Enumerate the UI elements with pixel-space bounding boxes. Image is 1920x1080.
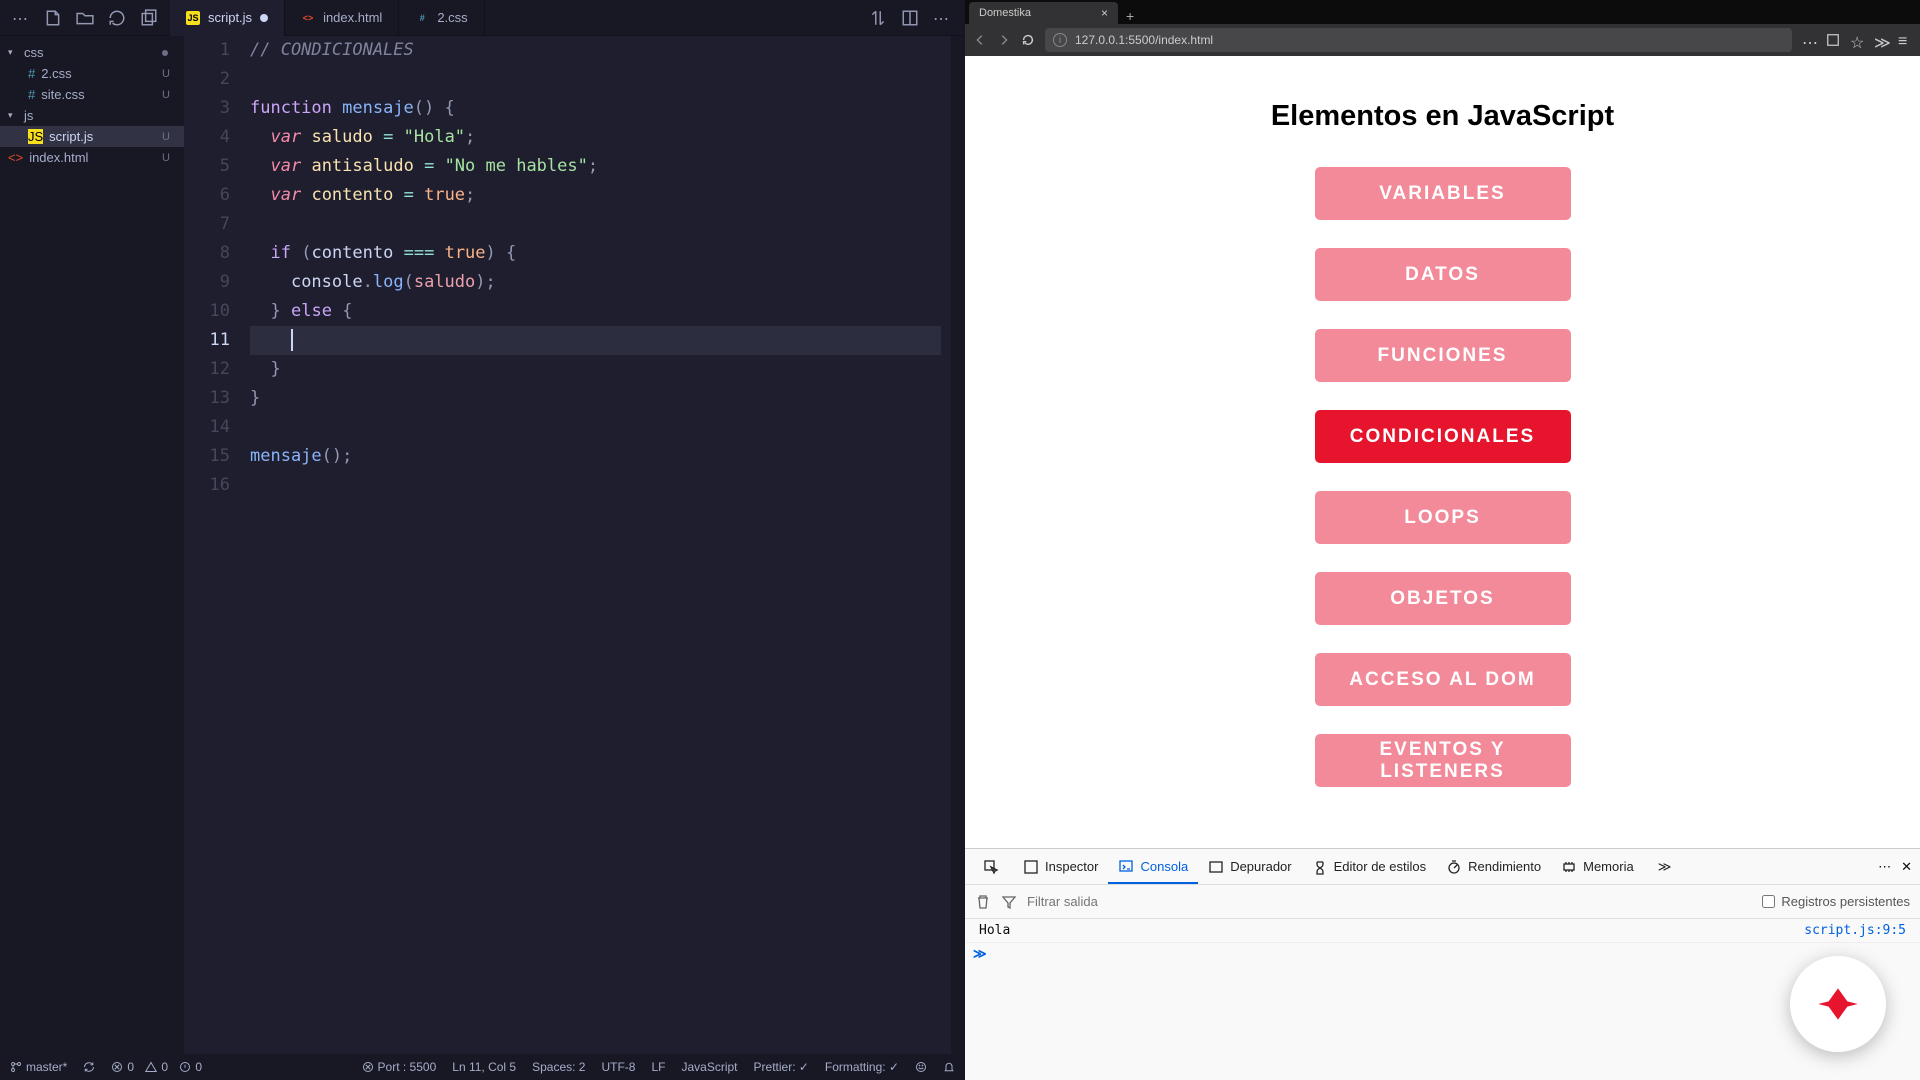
branch-indicator[interactable]: master* — [10, 1060, 67, 1074]
port-indicator[interactable]: Port : 5500 — [362, 1060, 437, 1074]
bell-icon[interactable] — [943, 1060, 955, 1074]
file-site-css[interactable]: #site.cssU — [0, 84, 184, 105]
file-index-html[interactable]: <>index.htmlU — [0, 147, 184, 168]
line-gutter: 12345678910111213141516 — [184, 36, 250, 1054]
topic-button-datos[interactable]: DATOS — [1315, 248, 1571, 301]
topic-button-loops[interactable]: LOOPS — [1315, 491, 1571, 544]
split-editor-icon[interactable] — [901, 9, 919, 27]
console-prompt[interactable]: ≫ — [965, 943, 1920, 966]
browser-window: Domestika × + i 127.0.0.1:5500/index.htm… — [965, 0, 1920, 1080]
site-info-icon[interactable]: i — [1053, 33, 1067, 47]
console-filter-input[interactable] — [1027, 894, 1752, 909]
reader-icon[interactable] — [1826, 33, 1840, 47]
page-title: Elementos en JavaScript — [1271, 100, 1614, 133]
cursor-position[interactable]: Ln 11, Col 5 — [452, 1060, 516, 1074]
modified-dot-icon — [162, 50, 168, 56]
clear-console-icon[interactable] — [975, 894, 991, 910]
editor-tab-script-js[interactable]: JSscript.js — [170, 0, 285, 36]
language-indicator[interactable]: JavaScript — [681, 1060, 737, 1074]
save-all-icon[interactable] — [140, 9, 158, 27]
devtools-tab-inspector[interactable]: Inspector — [1013, 850, 1108, 883]
file-script-js[interactable]: JSscript.jsU — [0, 126, 184, 147]
back-icon[interactable] — [973, 33, 987, 47]
overflow-icon[interactable]: ≫ — [1874, 33, 1888, 47]
persist-logs-toggle[interactable]: Registros persistentes — [1762, 894, 1910, 909]
browser-toolbar: i 127.0.0.1:5500/index.html ⋯ ☆ ≫ ≡ — [965, 24, 1920, 56]
indent-indicator[interactable]: Spaces: 2 — [532, 1060, 585, 1074]
vscode-titlebar: ⋯ JSscript.js<>index.html#2.css ⋯ — [0, 0, 965, 36]
topic-button-condicionales[interactable]: CONDICIONALES — [1315, 410, 1571, 463]
browser-tab-strip: Domestika × + — [965, 0, 1920, 24]
topic-button-eventos-y-listeners[interactable]: EVENTOS Y LISTENERS — [1315, 734, 1571, 787]
minimap[interactable] — [951, 36, 965, 1054]
compare-icon[interactable] — [869, 9, 887, 27]
eol-indicator[interactable]: LF — [651, 1060, 665, 1074]
devtools-overflow-icon[interactable]: ≫ — [1648, 851, 1682, 883]
url-bar[interactable]: i 127.0.0.1:5500/index.html — [1045, 28, 1792, 52]
devtools-menu-icon[interactable]: ⋯ — [1878, 859, 1891, 875]
devtools-tab-consola[interactable]: Consola — [1108, 850, 1198, 884]
problems-indicator[interactable]: 0 0 0 — [111, 1060, 202, 1074]
domestika-badge[interactable] — [1790, 956, 1886, 1052]
topic-button-funciones[interactable]: FUNCIONES — [1315, 329, 1571, 382]
devtools-close-icon[interactable]: ✕ — [1901, 859, 1912, 875]
folder-css[interactable]: ▾css — [0, 42, 184, 63]
code-area[interactable]: // CONDICIONALESfunction mensaje() { var… — [250, 36, 951, 1054]
devtools-picker-icon[interactable] — [973, 851, 1009, 883]
modified-dot-icon — [260, 14, 268, 22]
refresh-icon[interactable] — [108, 9, 126, 27]
url-text: 127.0.0.1:5500/index.html — [1075, 33, 1213, 47]
editor-tabs: JSscript.js<>index.html#2.css — [170, 0, 485, 36]
open-folder-icon[interactable] — [76, 9, 94, 27]
menu-icon[interactable]: ⋯ — [12, 9, 30, 27]
console-log-row: Hola script.js:9:5 — [965, 919, 1920, 943]
formatting-indicator[interactable]: Formatting: ✓ — [825, 1060, 899, 1074]
page-content: Elementos en JavaScript VARIABLES DATOS FU… — [965, 56, 1920, 848]
page-actions-icon[interactable]: ⋯ — [1802, 33, 1816, 47]
code-editor[interactable]: 12345678910111213141516 // CONDICIONALES… — [184, 36, 965, 1054]
devtools-tabs: InspectorConsolaDepuradorEditor de estil… — [965, 849, 1920, 885]
browser-tab[interactable]: Domestika × — [969, 2, 1118, 24]
devtools-tab-editor-de-estilos[interactable]: Editor de estilos — [1302, 850, 1437, 883]
browser-tab-title: Domestika — [979, 7, 1031, 19]
topic-button-acceso-al-dom[interactable]: ACCESO AL DOM — [1315, 653, 1571, 706]
folder-js[interactable]: ▾js — [0, 105, 184, 126]
devtools-tab-rendimiento[interactable]: Rendimiento — [1436, 850, 1551, 883]
filter-icon[interactable] — [1001, 894, 1017, 910]
sync-indicator[interactable] — [83, 1061, 95, 1073]
bookmark-icon[interactable]: ☆ — [1850, 33, 1864, 47]
forward-icon[interactable] — [997, 33, 1011, 47]
console-output: Hola script.js:9:5 ≫ — [965, 919, 1920, 1080]
console-filter-bar: Registros persistentes — [965, 885, 1920, 919]
editor-tab-index-html[interactable]: <>index.html — [285, 0, 399, 36]
reload-icon[interactable] — [1021, 33, 1035, 47]
new-file-icon[interactable] — [44, 9, 62, 27]
prettier-indicator[interactable]: Prettier: ✓ — [754, 1060, 809, 1074]
topic-button-objetos[interactable]: OBJETOS — [1315, 572, 1571, 625]
file-explorer: ▾css#2.cssU#site.cssU▾jsJSscript.jsU<>in… — [0, 36, 184, 1054]
devtools-tab-memoria[interactable]: Memoria — [1551, 850, 1644, 883]
close-tab-icon[interactable]: × — [1101, 6, 1108, 20]
persist-checkbox[interactable] — [1762, 895, 1775, 908]
editor-tab-2-css[interactable]: #2.css — [399, 0, 484, 36]
more-icon[interactable]: ⋯ — [933, 9, 951, 27]
topic-button-variables[interactable]: VARIABLES — [1315, 167, 1571, 220]
file-2-css[interactable]: #2.cssU — [0, 63, 184, 84]
new-tab-button[interactable]: + — [1118, 8, 1142, 24]
devtools-panel: InspectorConsolaDepuradorEditor de estil… — [965, 848, 1920, 1080]
console-log-message: Hola — [979, 923, 1010, 938]
feedback-icon[interactable] — [915, 1060, 927, 1074]
vscode-window: ⋯ JSscript.js<>index.html#2.css ⋯ ▾css#2… — [0, 0, 965, 1080]
status-bar: master* 0 0 0 Port : 5500 Ln 11, Col 5 S… — [0, 1054, 965, 1080]
hamburger-icon[interactable]: ≡ — [1898, 33, 1912, 47]
encoding-indicator[interactable]: UTF-8 — [601, 1060, 635, 1074]
devtools-tab-depurador[interactable]: Depurador — [1198, 850, 1301, 883]
console-log-source[interactable]: script.js:9:5 — [1804, 923, 1906, 938]
